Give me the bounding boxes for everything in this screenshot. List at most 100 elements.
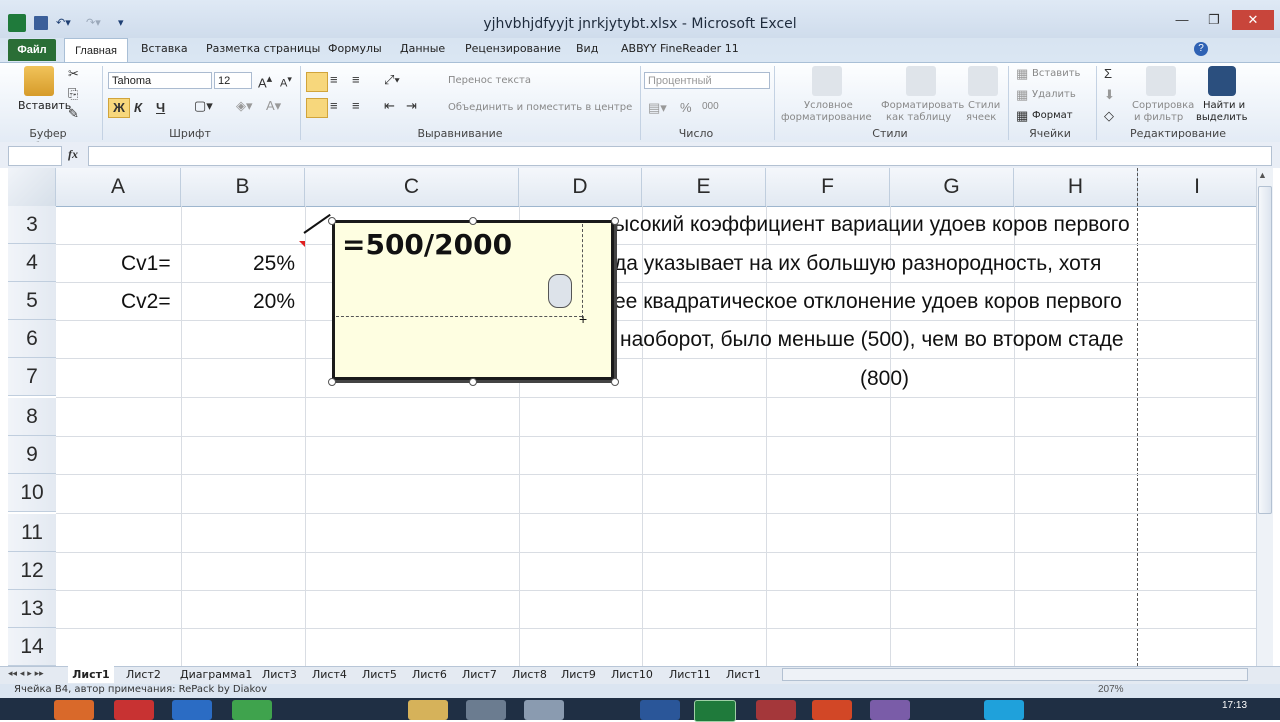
qat-customize-icon[interactable]: ▾ bbox=[118, 16, 124, 34]
column-header-d[interactable]: D bbox=[519, 168, 642, 206]
vertical-scroll-thumb[interactable] bbox=[1258, 186, 1272, 514]
column-header-c[interactable]: C bbox=[305, 168, 519, 206]
font-size-select[interactable]: 12 bbox=[214, 72, 252, 89]
tab-insert[interactable]: Вставка bbox=[141, 42, 188, 55]
format-painter-icon[interactable]: ✎ bbox=[68, 106, 79, 122]
column-header-f[interactable]: F bbox=[766, 168, 890, 206]
format-as-table-label-2[interactable]: как таблицу bbox=[886, 112, 951, 123]
sort-filter-icon[interactable] bbox=[1146, 66, 1176, 96]
resize-handle[interactable] bbox=[328, 217, 336, 225]
column-header-i[interactable]: I bbox=[1138, 168, 1256, 206]
column-header-a[interactable]: A bbox=[56, 168, 181, 206]
format-as-table-label[interactable]: Форматировать bbox=[881, 100, 964, 111]
bold-button[interactable]: Ж bbox=[108, 98, 130, 118]
insert-cells-icon[interactable]: ▦ bbox=[1016, 66, 1028, 82]
insert-function-button[interactable]: fx bbox=[68, 147, 78, 162]
row-header-12[interactable]: 12 bbox=[8, 552, 56, 590]
align-right-icon[interactable]: ≡ bbox=[352, 98, 360, 113]
skype-icon[interactable] bbox=[984, 700, 1024, 720]
percent-button[interactable]: % bbox=[680, 100, 692, 115]
merge-center-button[interactable]: Объединить и поместить в центре bbox=[448, 102, 632, 113]
excel-taskbar-icon[interactable] bbox=[694, 700, 736, 722]
conditional-format-label-2[interactable]: форматирование bbox=[781, 112, 872, 123]
maximize-button[interactable]: ❐ bbox=[1200, 10, 1228, 30]
cut-icon[interactable]: ✂ bbox=[68, 66, 79, 82]
sheet-tab-9[interactable]: Лист8 bbox=[512, 666, 547, 683]
cell-a5[interactable]: Cv2= bbox=[121, 290, 171, 314]
tab-page-layout[interactable]: Разметка страницы bbox=[206, 42, 320, 55]
tab-formulas[interactable]: Формулы bbox=[328, 42, 382, 55]
currency-icon[interactable]: ▤▾ bbox=[648, 100, 667, 116]
format-cells-button[interactable]: Формат bbox=[1032, 110, 1073, 121]
format-cells-icon[interactable]: ▦ bbox=[1016, 108, 1028, 124]
cell-styles-icon[interactable] bbox=[968, 66, 998, 96]
sheet-tab-13[interactable]: Лист1 bbox=[726, 666, 761, 683]
resize-handle[interactable] bbox=[469, 378, 477, 386]
resize-handle[interactable] bbox=[611, 378, 619, 386]
access-icon[interactable] bbox=[756, 700, 796, 720]
resize-handle[interactable] bbox=[611, 217, 619, 225]
paste-button[interactable]: Вставить bbox=[18, 99, 71, 112]
tab-file[interactable]: Файл bbox=[8, 39, 56, 61]
sheet-tab-2[interactable]: Лист2 bbox=[126, 666, 161, 683]
zoom-level[interactable]: 207% bbox=[1098, 684, 1124, 695]
align-center-icon[interactable]: ≡ bbox=[330, 98, 338, 113]
cell-a4[interactable]: Cv1= bbox=[121, 252, 171, 276]
wrap-text-button[interactable]: Перенос текста bbox=[448, 75, 531, 86]
text-line-2[interactable]: да указывает на их большую разнородность… bbox=[614, 252, 1101, 276]
scroll-up-icon[interactable]: ▲ bbox=[1258, 170, 1267, 180]
fill-icon[interactable]: ⬇ bbox=[1104, 87, 1115, 103]
save-icon[interactable] bbox=[34, 16, 48, 30]
horizontal-scrollbar[interactable] bbox=[782, 668, 1248, 681]
align-top-icon[interactable] bbox=[306, 72, 328, 92]
autosum-button[interactable]: Σ bbox=[1104, 66, 1112, 81]
row-header-3[interactable]: 3 bbox=[8, 206, 56, 244]
explorer-icon[interactable] bbox=[408, 700, 448, 720]
binoculars-icon[interactable] bbox=[1208, 66, 1236, 96]
column-header-g[interactable]: G bbox=[890, 168, 1014, 206]
format-as-table-icon[interactable] bbox=[906, 66, 936, 96]
app-icon[interactable] bbox=[870, 700, 910, 720]
resize-handle[interactable] bbox=[328, 378, 336, 386]
row-header-11[interactable]: 11 bbox=[8, 514, 56, 552]
number-format-select[interactable]: Процентный bbox=[644, 72, 770, 89]
align-middle-icon[interactable]: ≡ bbox=[330, 72, 338, 87]
align-left-icon[interactable] bbox=[306, 98, 328, 118]
column-header-e[interactable]: E bbox=[642, 168, 766, 206]
excel-logo-icon[interactable] bbox=[8, 14, 26, 32]
italic-button[interactable]: К bbox=[134, 100, 142, 115]
sheet-tab-11[interactable]: Лист10 bbox=[611, 666, 653, 683]
ie-icon[interactable] bbox=[172, 700, 212, 720]
app-icon[interactable] bbox=[466, 700, 506, 720]
powerpoint-icon[interactable] bbox=[812, 700, 852, 720]
font-color-icon[interactable]: A▾ bbox=[266, 98, 281, 114]
sort-filter-label[interactable]: Сортировка bbox=[1132, 100, 1194, 111]
help-icon[interactable]: ? bbox=[1194, 42, 1208, 56]
borders-icon[interactable]: ▢▾ bbox=[194, 98, 213, 114]
text-line-5[interactable]: (800) bbox=[860, 367, 909, 391]
copy-icon[interactable]: ⎘ bbox=[68, 86, 78, 102]
app-icon[interactable] bbox=[524, 700, 564, 720]
clear-icon[interactable]: ◇ bbox=[1104, 108, 1114, 124]
tab-view[interactable]: Вид bbox=[576, 42, 598, 55]
row-header-13[interactable]: 13 bbox=[8, 590, 56, 628]
opera-icon[interactable] bbox=[114, 700, 154, 720]
shrink-font-icon[interactable]: A▾ bbox=[280, 74, 292, 90]
row-header-9[interactable]: 9 bbox=[8, 436, 56, 474]
insert-cells-button[interactable]: Вставить bbox=[1032, 68, 1080, 79]
text-line-1[interactable]: ысокий коэффициент вариации удоев коров … bbox=[614, 213, 1130, 237]
cell-styles-label-2[interactable]: ячеек bbox=[966, 112, 996, 123]
minimize-button[interactable]: — bbox=[1168, 10, 1196, 30]
tab-review[interactable]: Рецензирование bbox=[465, 42, 561, 55]
find-select-label-2[interactable]: выделить bbox=[1196, 112, 1247, 123]
grow-font-icon[interactable]: A▴ bbox=[258, 72, 272, 90]
sheet-tab-8[interactable]: Лист7 bbox=[462, 666, 497, 683]
row-header-8[interactable]: 8 bbox=[8, 398, 56, 436]
increase-indent-icon[interactable]: ⇥ bbox=[406, 98, 417, 114]
conditional-format-icon[interactable] bbox=[812, 66, 842, 96]
delete-cells-button[interactable]: Удалить bbox=[1032, 89, 1076, 100]
chrome-icon[interactable] bbox=[232, 700, 272, 720]
paste-icon[interactable] bbox=[24, 66, 54, 96]
column-header-b[interactable]: B bbox=[181, 168, 305, 206]
cell-b4[interactable]: 25% bbox=[253, 252, 295, 276]
